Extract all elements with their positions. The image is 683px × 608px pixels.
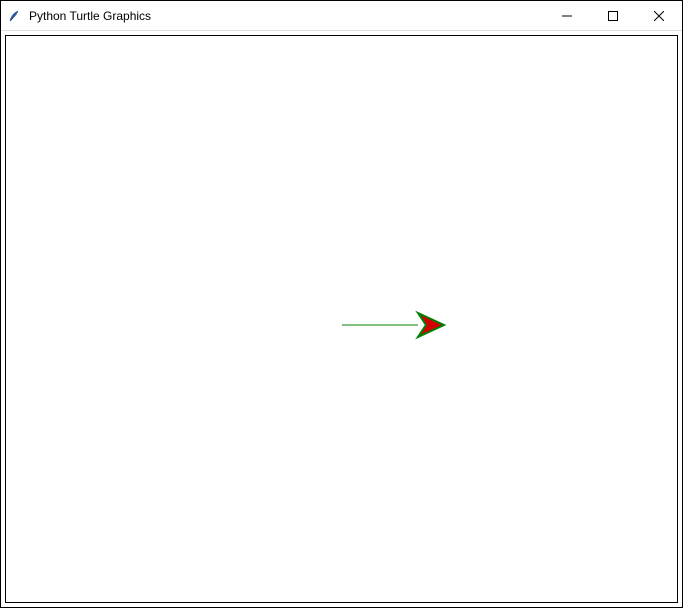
minimize-button[interactable] [544,1,590,30]
window-title: Python Turtle Graphics [29,9,151,23]
minimize-icon [562,11,572,21]
feather-icon [7,8,23,24]
maximize-button[interactable] [590,1,636,30]
close-button[interactable] [636,1,682,30]
close-icon [654,11,664,21]
drawing-surface [6,36,677,602]
maximize-icon [608,11,618,21]
canvas-container [1,31,682,607]
turtle-cursor-arrow [418,313,444,337]
window-controls [544,1,682,30]
titlebar[interactable]: Python Turtle Graphics [1,1,682,31]
arrow-icon [418,313,444,337]
turtle-canvas[interactable] [5,35,678,603]
app-window: Python Turtle Graphics [0,0,683,608]
